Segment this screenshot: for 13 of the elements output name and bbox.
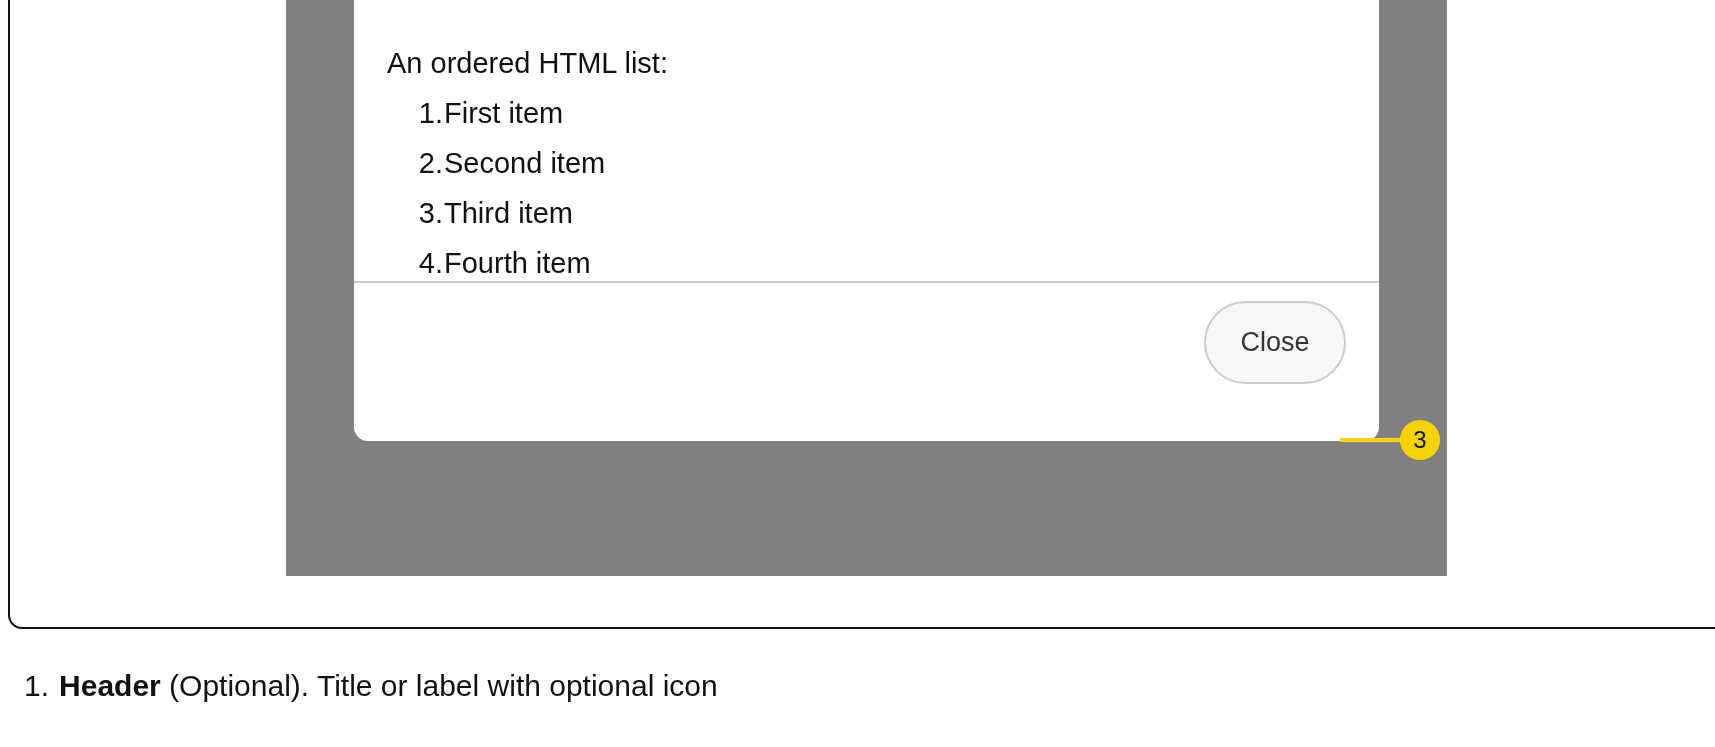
close-button[interactable]: Close	[1204, 301, 1346, 384]
list-item: Second item	[444, 146, 606, 181]
list-number: 4.	[417, 246, 444, 281]
note-text: Header (Optional). Title or label with optional icon	[59, 669, 718, 703]
dialog-text: An ordered HTML list:	[387, 46, 669, 81]
list-item: First item	[444, 96, 564, 131]
list-item: Fourth item	[444, 246, 591, 281]
callout-badge: 3	[1400, 420, 1440, 460]
list-number: 2.	[417, 146, 444, 181]
list-number: 1.	[417, 96, 444, 131]
list-number: 3.	[417, 196, 444, 231]
note-number: 1.	[24, 669, 50, 703]
list-item: Third item	[444, 196, 573, 231]
